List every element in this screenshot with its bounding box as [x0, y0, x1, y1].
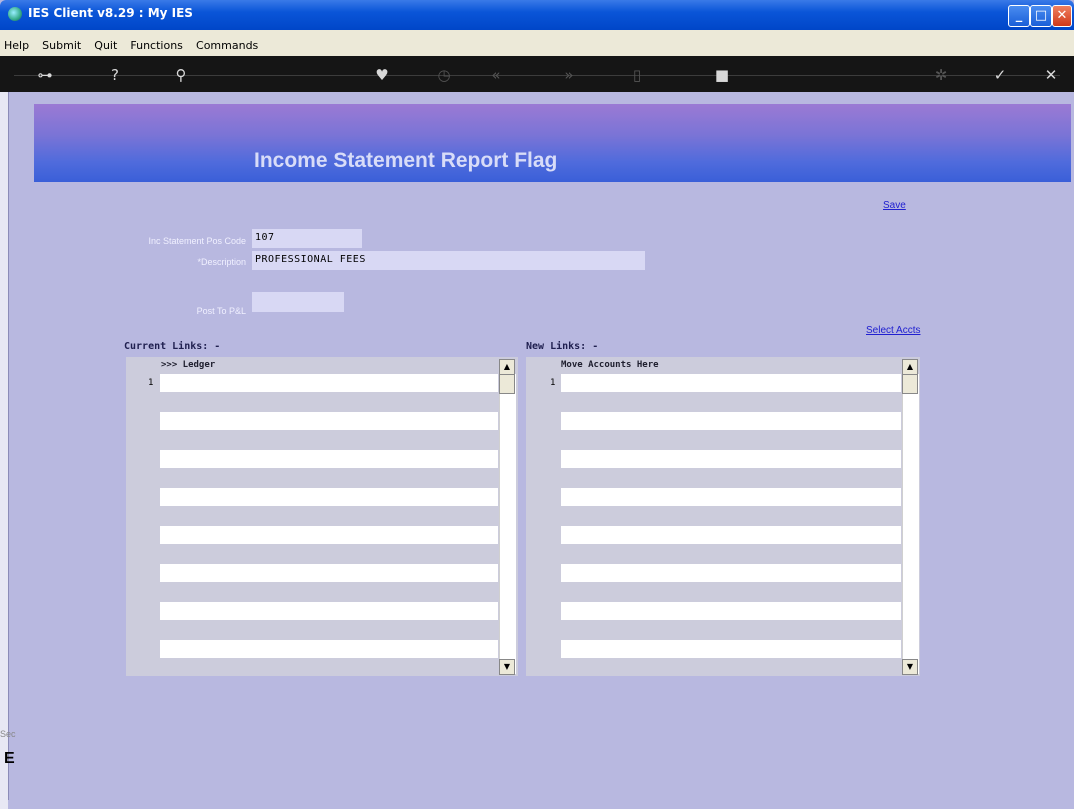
app-icon	[8, 7, 22, 21]
select-accts-link[interactable]: Select Accts	[866, 325, 920, 336]
current-links-grid: >>> Ledger 1 ▲ ▼	[126, 357, 518, 676]
current-links-column-header: >>> Ledger	[161, 360, 216, 370]
list-item[interactable]	[561, 640, 901, 658]
post-to-pl-field[interactable]	[252, 292, 344, 312]
pos-code-field[interactable]: 107	[252, 229, 362, 248]
list-item[interactable]	[561, 526, 901, 544]
list-item[interactable]	[160, 450, 498, 468]
search-icon[interactable]: ⚲	[170, 64, 192, 86]
scroll-up-icon[interactable]: ▲	[499, 359, 515, 375]
new-links-title: New Links: -	[526, 341, 599, 352]
new-links-grid: Move Accounts Here 1 ▲ ▼	[526, 357, 920, 676]
maximize-button[interactable]: □	[1030, 5, 1052, 27]
list-item[interactable]	[160, 526, 498, 544]
list-item[interactable]	[561, 602, 901, 620]
check-icon[interactable]: ✓	[989, 64, 1011, 86]
minimize-button[interactable]: _	[1008, 5, 1030, 27]
list-item[interactable]	[160, 374, 498, 392]
list-item[interactable]	[160, 640, 498, 658]
menu-submit[interactable]: Submit	[38, 30, 85, 52]
gear-icon[interactable]: ✲	[930, 64, 952, 86]
menu-help[interactable]: Help	[0, 30, 33, 52]
menu-quit[interactable]: Quit	[90, 30, 121, 52]
list-item[interactable]	[160, 564, 498, 582]
current-links-scrollbar[interactable]	[499, 374, 516, 674]
description-label: *Description	[197, 257, 246, 267]
list-item[interactable]	[561, 412, 901, 430]
scroll-down-icon[interactable]: ▼	[499, 659, 515, 675]
menu-bar: Help Submit Quit Functions Commands	[0, 30, 1074, 57]
status-text: Sec	[0, 729, 16, 739]
scroll-up-icon[interactable]: ▲	[902, 359, 918, 375]
key-icon[interactable]: ⊶	[30, 64, 60, 86]
menu-commands[interactable]: Commands	[192, 30, 262, 52]
rewind-icon[interactable]: «	[485, 64, 507, 86]
list-item[interactable]	[561, 450, 901, 468]
list-item[interactable]	[160, 412, 498, 430]
save-link[interactable]: Save	[883, 200, 906, 211]
list-item[interactable]	[561, 374, 901, 392]
copy-icon[interactable]: ▯	[626, 64, 648, 86]
heart-icon[interactable]: ♥	[371, 64, 393, 86]
list-item[interactable]	[561, 488, 901, 506]
new-links-row-number: 1	[550, 378, 556, 388]
help-icon[interactable]: ?	[104, 64, 126, 86]
new-links-column-header: Move Accounts Here	[561, 360, 659, 370]
window-title: IES Client v8.29 : My IES	[28, 6, 193, 20]
menu-functions[interactable]: Functions	[126, 30, 187, 52]
new-links-scrollbar[interactable]	[902, 374, 919, 674]
scroll-thumb[interactable]	[902, 374, 918, 394]
status-char: E	[4, 750, 15, 767]
close-button[interactable]: ✕	[1052, 5, 1072, 27]
forward-icon[interactable]: »	[558, 64, 580, 86]
clock-icon[interactable]: ◷	[433, 64, 455, 86]
scroll-thumb[interactable]	[499, 374, 515, 394]
description-field[interactable]: PROFESSIONAL FEES	[252, 251, 645, 270]
current-links-title: Current Links: -	[124, 341, 221, 352]
list-item[interactable]	[160, 488, 498, 506]
post-to-pl-label: Post To P&L	[196, 306, 246, 316]
toolbar: ⊶ ? ⚲ ♥ ◷ « » ▯ ■ ✲ ✓ ✕	[0, 56, 1074, 92]
page-title: Income Statement Report Flag	[254, 149, 558, 172]
list-item[interactable]	[561, 564, 901, 582]
pos-code-label: Inc Statement Pos Code	[148, 236, 246, 246]
scroll-down-icon[interactable]: ▼	[902, 659, 918, 675]
current-links-row-number: 1	[148, 378, 154, 388]
list-item[interactable]	[160, 602, 498, 620]
close-icon[interactable]: ✕	[1040, 64, 1062, 86]
stop-icon[interactable]: ■	[711, 64, 733, 86]
status-frame	[0, 92, 8, 809]
